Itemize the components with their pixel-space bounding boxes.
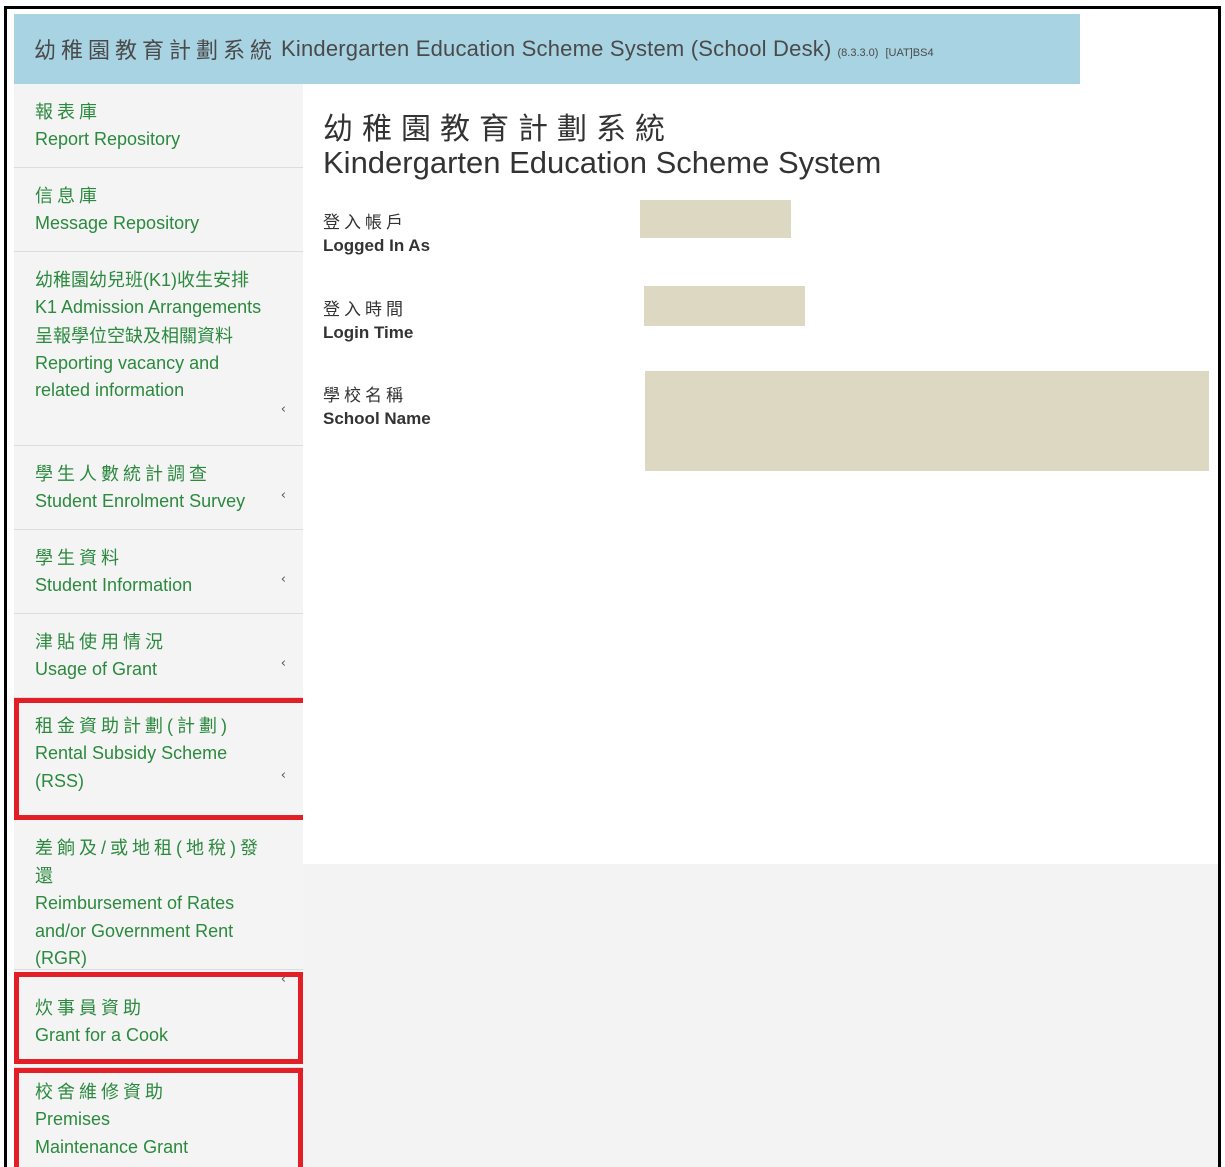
- login-time-label-en: Login Time: [323, 323, 414, 342]
- sidebar-item-label-en: Grant for a Cook: [35, 1025, 169, 1045]
- sidebar-item-label-zh: 炊事員資助: [35, 998, 145, 1018]
- sidebar-item-label-zh: 信息庫: [35, 186, 101, 206]
- sidebar-item-label-en: Premises Maintenance Grant: [35, 1109, 189, 1157]
- sidebar-item-label-zh: 津貼使用情況: [35, 632, 167, 652]
- chevron-left-icon: ‹: [280, 488, 286, 503]
- school-name-value-redacted: [645, 371, 1209, 471]
- sidebar-item-label-en: Rental Subsidy Scheme (RSS): [35, 743, 228, 791]
- sidebar-item-label-zh: 租金資助計劃(計劃): [35, 716, 231, 736]
- sidebar-item-student-enrolment-survey[interactable]: 學生人數統計調查 Student Enrolment Survey ‹: [14, 446, 303, 530]
- sidebar-item-rental-subsidy-scheme[interactable]: 租金資助計劃(計劃) Rental Subsidy Scheme (RSS) ‹: [14, 698, 303, 820]
- sidebar-item-label-en-2: Reporting vacancy and related informatio…: [35, 352, 220, 401]
- sidebar-item-label-zh: 學生人數統計調查: [35, 464, 211, 484]
- sidebar-item-label-en: Report Repository: [35, 129, 181, 149]
- sidebar-item-label-en: Student Information: [35, 575, 193, 595]
- sidebar-item-student-information[interactable]: 學生資料 Student Information ‹: [14, 530, 303, 614]
- sidebar-item-message-repository[interactable]: 信息庫 Message Repository: [14, 168, 303, 252]
- sidebar-item-label-zh: 報表庫: [35, 102, 101, 122]
- page-title-zh: 幼稚園教育計劃系統: [323, 112, 674, 147]
- chevron-left-icon: ‹: [280, 768, 286, 783]
- header-title-zh: 幼稚園教育計劃系統: [34, 38, 278, 63]
- logged-in-as-value-redacted: [640, 200, 791, 238]
- sidebar-item-label-zh: 幼稚園幼兒班(K1)收生安排: [35, 270, 250, 290]
- main-content: 幼稚園教育計劃系統 Kindergarten Education Scheme …: [303, 84, 1218, 864]
- chevron-left-icon: ‹: [280, 656, 286, 671]
- app-window: 幼稚園教育計劃系統 Kindergarten Education Scheme …: [4, 6, 1221, 1167]
- sidebar-item-label-zh-2: 呈報學位空缺及相關資料: [35, 325, 233, 346]
- sidebar-item-label-en: Usage of Grant: [35, 659, 158, 679]
- login-time-label-zh: 登入時間: [323, 300, 407, 319]
- sidebar-item-reimbursement-rgr[interactable]: 差餉及/或地租(地稅)發還 Reimbursement of Rates and…: [14, 820, 303, 987]
- chevron-left-icon: ‹: [280, 572, 286, 587]
- sidebar-item-label-zh: 差餉及/或地租(地稅)發還: [35, 838, 262, 886]
- sidebar-item-label-en: Message Repository: [35, 213, 200, 233]
- sidebar-item-label-en: Reimbursement of Rates and/or Government…: [35, 893, 235, 968]
- sidebar-item-label-zh: 學生資料: [35, 548, 123, 568]
- school-name-label-en: School Name: [323, 409, 431, 428]
- sidebar-item-k1-admission[interactable]: 幼稚園幼兒班(K1)收生安排 K1 Admission Arrangements…: [14, 252, 303, 446]
- chevron-left-icon: ‹: [280, 402, 286, 417]
- sidebar-item-report-repository[interactable]: 報表庫 Report Repository: [14, 84, 303, 168]
- version-label: (8.3.3.0): [837, 47, 879, 59]
- sidebar-item-label-en: Student Enrolment Survey: [35, 491, 246, 511]
- header-title-en: Kindergarten Education Scheme System (Sc…: [281, 36, 832, 61]
- login-time-value-redacted: [644, 286, 805, 326]
- sidebar-item-usage-of-grant[interactable]: 津貼使用情況 Usage of Grant ‹: [14, 614, 303, 698]
- app-header: 幼稚園教育計劃系統 Kindergarten Education Scheme …: [14, 14, 1080, 84]
- logged-in-as-label-en: Logged In As: [323, 236, 431, 255]
- school-name-label-zh: 學校名稱: [323, 386, 407, 405]
- environment-label: [UAT]BS4: [885, 47, 934, 59]
- sidebar-nav: 報表庫 Report Repository 信息庫 Message Reposi…: [14, 84, 308, 1167]
- page-title-en: Kindergarten Education Scheme System: [323, 145, 882, 180]
- logged-in-as-label-zh: 登入帳戶: [323, 213, 407, 232]
- sidebar-item-grant-for-a-cook[interactable]: 炊事員資助 Grant for a Cook: [14, 980, 303, 1068]
- sidebar-item-premises-maintenance-grant[interactable]: 校舍維修資助 Premises Maintenance Grant: [14, 1068, 303, 1167]
- sidebar-item-label-en: K1 Admission Arrangements: [35, 297, 262, 317]
- sidebar-item-label-zh: 校舍維修資助: [35, 1082, 167, 1102]
- main-panel: 幼稚園教育計劃系統 Kindergarten Education Scheme …: [303, 84, 1218, 1167]
